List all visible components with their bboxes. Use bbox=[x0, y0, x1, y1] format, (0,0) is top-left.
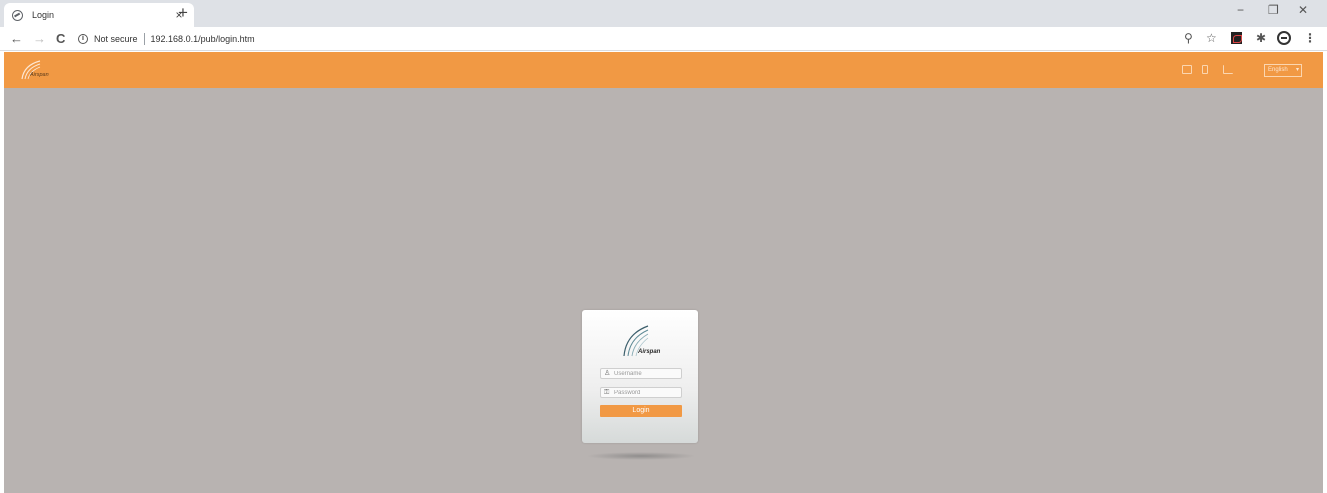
address-bar[interactable]: i Not secure 192.168.0.1/pub/login.htm bbox=[78, 30, 1198, 48]
language-select[interactable]: English bbox=[1264, 64, 1302, 77]
user-icon: ♙ bbox=[604, 370, 611, 377]
forward-button[interactable]: → bbox=[33, 31, 46, 46]
pdf-extension-icon[interactable] bbox=[1231, 32, 1242, 44]
new-tab-button[interactable]: + bbox=[178, 4, 188, 22]
restore-button[interactable]: ❐ bbox=[1268, 3, 1279, 17]
airspan-logo: Airspan bbox=[21, 60, 49, 80]
zoom-icon[interactable]: ⚲ bbox=[1184, 31, 1193, 46]
close-window-button[interactable]: ✕ bbox=[1298, 3, 1308, 17]
svg-text:Airspan: Airspan bbox=[29, 72, 49, 78]
antenna-icon[interactable] bbox=[1202, 65, 1208, 74]
username-input[interactable] bbox=[612, 369, 678, 378]
airspan-logo-large: Airspan bbox=[623, 325, 661, 357]
reload-button[interactable]: C bbox=[56, 31, 65, 46]
login-card-shadow bbox=[586, 452, 696, 460]
password-field[interactable]: ⚿ bbox=[600, 387, 682, 398]
lock-icon: ⚿ bbox=[604, 389, 610, 396]
app-header: Airspan English bbox=[4, 52, 1323, 88]
profile-icon[interactable] bbox=[1277, 31, 1291, 45]
browser-tab-strip: Login × + − ❐ ✕ bbox=[0, 0, 1327, 27]
star-icon[interactable]: ☆ bbox=[1206, 31, 1217, 46]
svg-text:Airspan: Airspan bbox=[637, 349, 661, 355]
browser-tab[interactable]: Login × bbox=[4, 3, 194, 27]
globe-icon bbox=[12, 9, 23, 21]
username-field[interactable]: ♙ bbox=[600, 368, 682, 379]
tab-title: Login bbox=[32, 10, 55, 20]
address-separator bbox=[143, 33, 145, 45]
back-button[interactable]: ← bbox=[10, 31, 23, 46]
security-label[interactable]: Not secure bbox=[94, 34, 138, 44]
login-button[interactable]: Login bbox=[600, 405, 682, 417]
login-card: Airspan ♙ ⚿ Login bbox=[582, 310, 698, 443]
browser-toolbar: ← → C i Not secure 192.168.0.1/pub/login… bbox=[0, 27, 1327, 51]
menu-icon[interactable]: ⋮ bbox=[1304, 31, 1316, 46]
extensions-icon[interactable]: ✱ bbox=[1256, 31, 1266, 46]
screen-icon[interactable] bbox=[1182, 65, 1192, 74]
minimize-button[interactable]: − bbox=[1237, 3, 1244, 17]
info-icon[interactable]: i bbox=[78, 34, 88, 44]
url-text[interactable]: 192.168.0.1/pub/login.htm bbox=[151, 34, 255, 44]
password-input[interactable] bbox=[612, 388, 678, 397]
signal-icon[interactable] bbox=[1223, 65, 1233, 74]
